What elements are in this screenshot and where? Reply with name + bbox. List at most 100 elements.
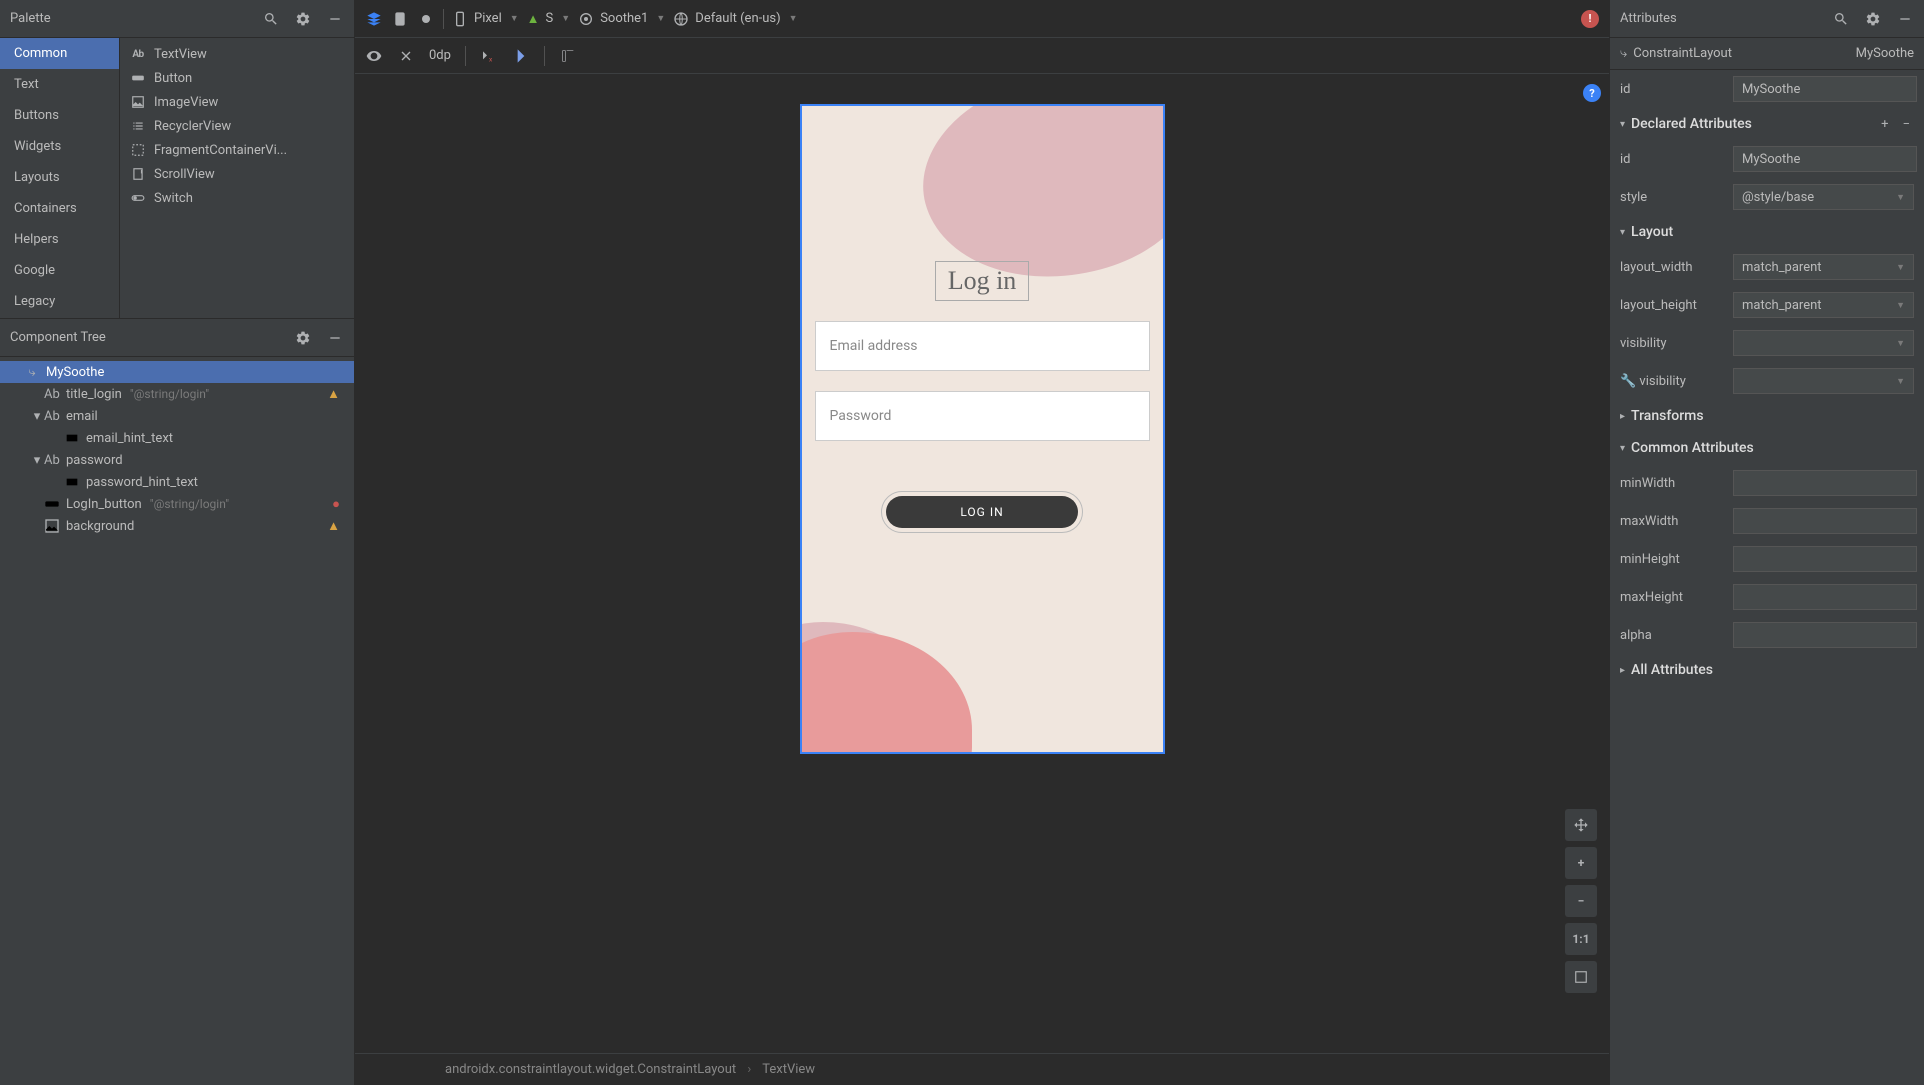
declared-attributes-section[interactable]: ▾ Declared Attributes + − (1610, 108, 1924, 140)
layout_width-select[interactable]: match_parent▼ (1733, 254, 1914, 280)
breadcrumb: androidx.constraintlayout.widget.Constra… (355, 1053, 1609, 1085)
gear-icon[interactable] (1864, 10, 1882, 28)
palette-category-text[interactable]: Text (0, 69, 119, 100)
layout_height-select[interactable]: match_parent▼ (1733, 292, 1914, 318)
zoom-out-icon[interactable]: − (1565, 885, 1597, 917)
component-tree-body: ⤷MySootheAbtitle_login"@string/login"▲▾A… (0, 357, 354, 1085)
palette-item-scrollview[interactable]: ScrollView (120, 162, 354, 186)
visibility-select[interactable]: ▼ (1733, 368, 1914, 394)
tree-item-password_hint_text[interactable]: password_hint_text (0, 471, 354, 493)
palette-category-layouts[interactable]: Layouts (0, 162, 119, 193)
gear-icon[interactable] (294, 329, 312, 347)
guidelines-icon[interactable] (559, 47, 577, 65)
attr-row-layoutheight: layout_heightmatch_parent▼ (1610, 286, 1924, 324)
gear-icon[interactable] (294, 10, 312, 28)
attributes-subheader: ⤷ ConstraintLayout MySoothe (1610, 38, 1924, 70)
zoom-tools: + − 1:1 (1565, 809, 1597, 993)
infer-constraints-icon[interactable] (512, 47, 530, 65)
layout-type: ConstraintLayout (1633, 46, 1855, 61)
layers-icon[interactable] (365, 10, 383, 28)
view-options-icon[interactable] (365, 47, 383, 65)
layout-section[interactable]: ▾ Layout (1610, 216, 1924, 248)
design-toolbar: Pixel▼ ▲ S▼ Soothe1▼ Default (en-us)▼ ! (355, 0, 1609, 38)
palette-category-common[interactable]: Common (0, 38, 119, 69)
palette-category-buttons[interactable]: Buttons (0, 100, 119, 131)
maxWidth-input[interactable] (1733, 508, 1917, 534)
orientation-icon[interactable] (391, 10, 409, 28)
palette-category-containers[interactable]: Containers (0, 193, 119, 224)
background-wave-bottom (800, 632, 972, 754)
common-attributes-section[interactable]: ▾ Common Attributes (1610, 432, 1924, 464)
component-tree-header: Component Tree (0, 319, 354, 357)
tree-item-email[interactable]: ▾Abemail (0, 405, 354, 427)
style-select[interactable]: @style/base▼ (1733, 184, 1914, 210)
error-badge-icon[interactable]: ! (1581, 10, 1599, 28)
attr-row-maxwidth: maxWidth (1610, 502, 1924, 540)
minimize-icon[interactable] (1896, 10, 1914, 28)
tree-item-password[interactable]: ▾Abpassword (0, 449, 354, 471)
zoom-in-icon[interactable]: + (1565, 847, 1597, 879)
api-selector[interactable]: ▲ S▼ (527, 11, 571, 27)
zoom-fit-icon[interactable] (1565, 961, 1597, 993)
palette-item-recyclerview[interactable]: RecyclerView (120, 114, 354, 138)
device-selector[interactable]: Pixel▼ (452, 11, 519, 27)
minHeight-input[interactable] (1733, 546, 1917, 572)
layout-id: MySoothe (1856, 46, 1914, 61)
palette-item-imageview[interactable]: ImageView (120, 90, 354, 114)
email-input[interactable]: Email address (815, 321, 1150, 371)
add-attribute-icon[interactable]: + (1877, 117, 1892, 132)
locale-selector[interactable]: Default (en-us)▼ (673, 11, 797, 27)
autoconnect-icon[interactable] (397, 47, 415, 65)
palette-body: CommonTextButtonsWidgetsLayoutsContainer… (0, 38, 354, 318)
login-title[interactable]: Log in (935, 261, 1030, 301)
search-icon[interactable] (1832, 10, 1850, 28)
minimize-icon[interactable] (326, 10, 344, 28)
tree-item-mysoothe[interactable]: ⤷MySoothe (0, 361, 354, 383)
transforms-section[interactable]: ▸ Transforms (1610, 400, 1924, 432)
palette-items: AbTextViewButtonImageViewRecyclerViewFra… (120, 38, 354, 318)
clear-constraints-icon[interactable]: x (480, 47, 498, 65)
remove-attribute-icon[interactable]: − (1899, 117, 1914, 132)
tree-item-title_login[interactable]: Abtitle_login"@string/login"▲ (0, 383, 354, 405)
attr-row-visibility: 🔧 visibility▼ (1610, 362, 1924, 400)
alpha-input[interactable] (1733, 622, 1917, 648)
attr-row-minwidth: minWidth (1610, 464, 1924, 502)
breadcrumb-leaf[interactable]: TextView (762, 1062, 815, 1077)
visibility-select[interactable]: ▼ (1733, 330, 1914, 356)
attr-row-style: style@style/base▼ (1610, 178, 1924, 216)
login-button-wrap: LOG IN (881, 491, 1083, 533)
default-margins[interactable]: 0dp (429, 48, 451, 63)
search-icon[interactable] (262, 10, 280, 28)
tree-item-background[interactable]: background▲ (0, 515, 354, 537)
palette-item-textview[interactable]: AbTextView (120, 42, 354, 66)
minimize-icon[interactable] (326, 329, 344, 347)
device-frame[interactable]: Log in Email address Password LOG IN (800, 104, 1165, 754)
palette-item-fragmentcontainervi[interactable]: FragmentContainerVi... (120, 138, 354, 162)
password-input[interactable]: Password (815, 391, 1150, 441)
palette-category-legacy[interactable]: Legacy (0, 286, 119, 317)
night-mode-icon[interactable] (417, 10, 435, 28)
minWidth-input[interactable] (1733, 470, 1917, 496)
id-input[interactable] (1733, 146, 1917, 172)
all-attributes-section[interactable]: ▸ All Attributes (1610, 654, 1924, 686)
palette-title: Palette (10, 11, 51, 26)
palette-category-google[interactable]: Google (0, 255, 119, 286)
zoom-ratio[interactable]: 1:1 (1565, 923, 1597, 955)
login-button[interactable]: LOG IN (886, 496, 1078, 528)
palette-item-switch[interactable]: Switch (120, 186, 354, 210)
attributes-title: Attributes (1620, 11, 1677, 26)
palette-category-widgets[interactable]: Widgets (0, 131, 119, 162)
attr-row-alpha: alpha (1610, 616, 1924, 654)
tree-item-login_button[interactable]: LogIn_button"@string/login"● (0, 493, 354, 515)
component-tree-title: Component Tree (10, 330, 106, 345)
theme-selector[interactable]: Soothe1▼ (578, 11, 665, 27)
design-surface[interactable]: Log in Email address Password LOG IN + −… (355, 74, 1609, 1053)
maxHeight-input[interactable] (1733, 584, 1917, 610)
breadcrumb-path[interactable]: androidx.constraintlayout.widget.Constra… (445, 1062, 736, 1077)
id-input[interactable] (1733, 76, 1917, 102)
pan-icon[interactable] (1565, 809, 1597, 841)
palette-item-button[interactable]: Button (120, 66, 354, 90)
breadcrumb-separator: › (747, 1062, 751, 1077)
palette-category-helpers[interactable]: Helpers (0, 224, 119, 255)
tree-item-email_hint_text[interactable]: email_hint_text (0, 427, 354, 449)
